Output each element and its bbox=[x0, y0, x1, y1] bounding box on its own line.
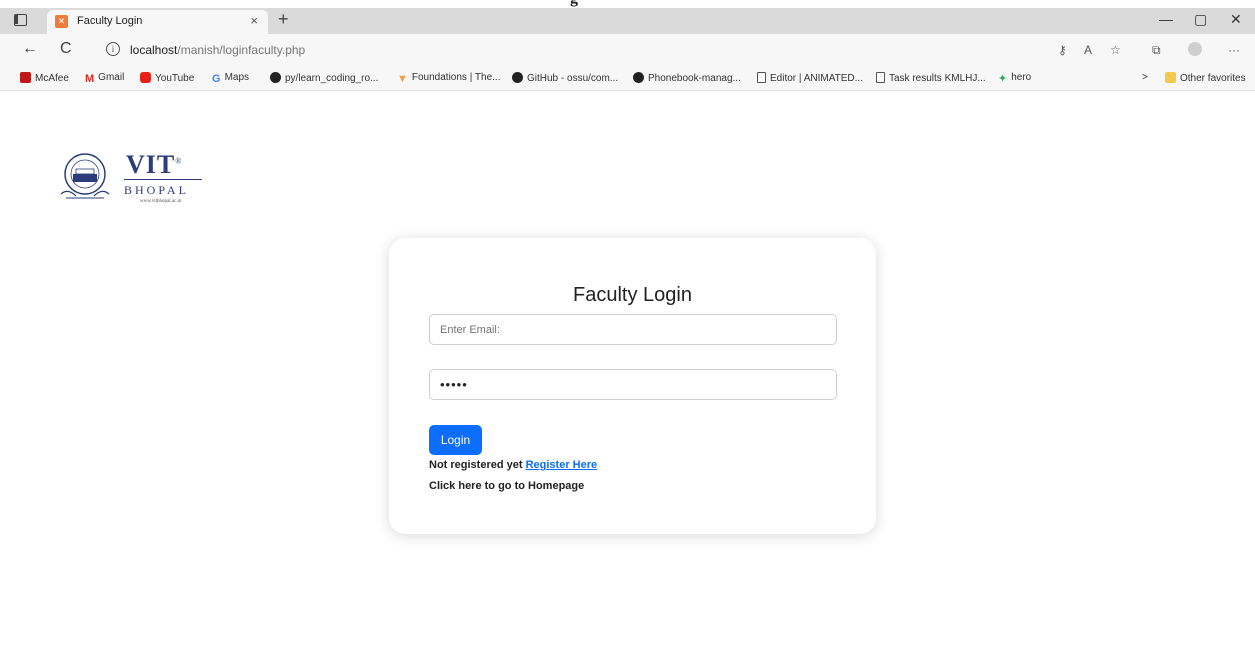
refresh-button[interactable]: C bbox=[60, 40, 72, 58]
gmail-icon: M bbox=[85, 73, 95, 85]
close-window-button[interactable]: ✕ bbox=[1230, 11, 1242, 28]
logo-divider bbox=[124, 179, 202, 180]
logo-vit-text: VIT® bbox=[126, 150, 183, 179]
new-tab-button[interactable]: + bbox=[278, 9, 289, 30]
xampp-favicon-icon: ✕ bbox=[55, 15, 68, 28]
minimize-button[interactable]: — bbox=[1159, 11, 1173, 27]
key-icon[interactable]: ⚷ bbox=[1058, 43, 1067, 57]
register-link[interactable]: Register Here bbox=[526, 459, 598, 471]
bookmarks-overflow-chevron-icon[interactable]: > bbox=[1142, 72, 1148, 86]
site-info-icon[interactable]: i bbox=[106, 42, 120, 56]
register-prompt-text: Not registered yet bbox=[429, 459, 526, 471]
youtube-icon bbox=[140, 72, 151, 83]
github-icon bbox=[512, 72, 523, 83]
workspaces-icon[interactable] bbox=[14, 14, 27, 26]
bookmark-foundations[interactable]: ▼ Foundations | The... bbox=[397, 72, 500, 86]
bookmark-gmail[interactable]: M Gmail bbox=[85, 72, 124, 86]
read-aloud-icon[interactable]: A bbox=[1084, 43, 1092, 57]
page-icon bbox=[876, 72, 885, 83]
bookmark-youtube[interactable]: YouTube bbox=[140, 72, 194, 86]
google-icon: G bbox=[212, 73, 221, 85]
bookmark-hero[interactable]: ✦ hero bbox=[998, 72, 1031, 86]
profile-avatar[interactable] bbox=[1188, 42, 1202, 56]
bookmark-editor[interactable]: Editor | ANIMATED... bbox=[757, 72, 863, 86]
email-field[interactable] bbox=[429, 314, 837, 345]
tab-strip: ✕ Faculty Login × + — ▢ ✕ bbox=[0, 8, 1255, 34]
vit-bhopal-logo: VIT® BHOPAL www.vitbhopal.ac.in bbox=[58, 150, 208, 205]
logo-website-text: www.vitbhopal.ac.in bbox=[140, 199, 182, 204]
bookmark-py-learn[interactable]: py/learn_coding_ro... bbox=[270, 72, 378, 86]
password-mask: ••••• bbox=[440, 377, 468, 392]
mcafee-icon bbox=[20, 72, 31, 83]
github-icon bbox=[633, 72, 644, 83]
logo-campus-text: BHOPAL bbox=[124, 183, 189, 197]
browser-tab[interactable]: ✕ Faculty Login × bbox=[47, 10, 268, 34]
page-title: Faculty Login bbox=[573, 284, 692, 306]
folder-icon bbox=[1165, 72, 1176, 83]
favorites-star-icon[interactable]: ☆ bbox=[1110, 43, 1121, 57]
other-favorites[interactable]: Other favorites bbox=[1165, 72, 1246, 86]
bookmark-maps[interactable]: G Maps bbox=[212, 72, 249, 86]
page-heading-cutoff: g bbox=[0, 0, 1255, 8]
page-icon bbox=[757, 72, 766, 83]
password-field[interactable]: ••••• bbox=[429, 369, 837, 400]
tab-close-icon[interactable]: × bbox=[250, 13, 258, 28]
login-button[interactable]: Login bbox=[429, 425, 482, 455]
url-text[interactable]: localhost/manish/loginfaculty.php bbox=[130, 43, 305, 57]
bookmark-github-ossu[interactable]: GitHub - ossu/com... bbox=[512, 72, 618, 86]
university-seal-icon bbox=[60, 153, 110, 199]
bookmark-mcafee[interactable]: McAfee bbox=[20, 72, 69, 86]
login-card: Faculty Login ••••• Login Not registered… bbox=[389, 238, 876, 534]
homepage-link[interactable]: Click here to go to Homepage bbox=[429, 480, 584, 492]
maximize-button[interactable]: ▢ bbox=[1194, 11, 1207, 28]
address-bar[interactable]: i localhost/manish/loginfaculty.php bbox=[92, 38, 1222, 63]
foundations-icon: ▼ bbox=[397, 73, 408, 85]
bookmark-task-results[interactable]: Task results KMLHJ... bbox=[876, 72, 986, 86]
github-icon bbox=[270, 72, 281, 83]
more-options-icon[interactable]: ··· bbox=[1228, 43, 1240, 57]
collections-icon[interactable]: ⧉ bbox=[1152, 43, 1161, 58]
register-prompt: Not registered yet Register Here bbox=[429, 459, 597, 471]
tab-title: Faculty Login bbox=[77, 15, 143, 27]
address-bar-row: ← C i localhost/manish/loginfaculty.php … bbox=[0, 34, 1255, 67]
back-button[interactable]: ← bbox=[22, 40, 38, 58]
bookmark-phonebook[interactable]: Phonebook-manag... bbox=[633, 72, 741, 86]
hero-icon: ✦ bbox=[998, 73, 1008, 85]
bookmarks-bar: McAfee M Gmail YouTube G Maps py/learn_cod… bbox=[0, 67, 1255, 91]
